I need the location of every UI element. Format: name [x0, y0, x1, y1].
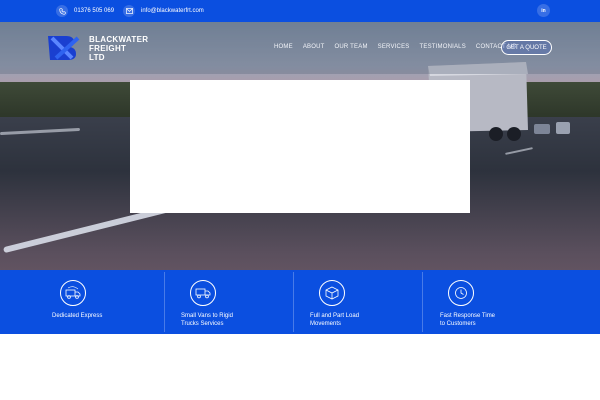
top-bar: 01376 505 069 info@blackwaterfrt.com in — [0, 0, 600, 22]
feature-item: Full and Part Load Movements — [310, 270, 420, 334]
blackwater-logo-icon — [48, 36, 80, 60]
express-delivery-icon — [60, 280, 86, 306]
feature-item: Dedicated Express — [52, 270, 162, 334]
hero-section: BLACKWATER FREIGHT LTD HOME ABOUT OUR TE… — [0, 22, 600, 270]
email-contact[interactable]: info@blackwaterfrt.com — [123, 4, 204, 18]
nav-item-home[interactable]: HOME — [274, 44, 293, 50]
logo-line-1: BLACKWATER — [89, 34, 149, 44]
feature-label: Fast Response Time to Customers — [440, 313, 496, 327]
feature-item: Small Vans to Rigid Trucks Services — [181, 270, 291, 334]
response-time-icon — [448, 280, 474, 306]
phone-number[interactable]: 01376 505 069 — [74, 8, 114, 14]
logo-line-2: FREIGHT — [89, 43, 127, 53]
brand-name: BLACKWATER FREIGHT LTD — [89, 35, 159, 62]
get-a-quote-button[interactable]: GET A QUOTE — [501, 40, 552, 55]
email-icon — [123, 5, 135, 17]
feature-label: Small Vans to Rigid Trucks Services — [181, 313, 233, 327]
phone-contact[interactable]: 01376 505 069 — [56, 4, 114, 18]
nav-item-services[interactable]: SERVICES — [378, 44, 410, 50]
linkedin-icon[interactable]: in — [537, 4, 550, 17]
distant-vehicle — [556, 122, 570, 134]
divider — [293, 272, 294, 332]
divider — [422, 272, 423, 332]
phone-icon — [56, 5, 68, 17]
package-icon — [319, 280, 345, 306]
divider — [164, 272, 165, 332]
hero-video-frame[interactable] — [130, 80, 470, 213]
features-band: Dedicated Express Small Vans to Rigid Tr… — [0, 270, 600, 334]
nav-item-our-team[interactable]: OUR TEAM — [334, 44, 367, 50]
feature-item: Fast Response Time to Customers — [440, 270, 550, 334]
logo-line-3: LTD — [89, 52, 105, 62]
page-body — [0, 334, 600, 400]
main-nav: HOME ABOUT OUR TEAM SERVICES TESTIMONIAL… — [274, 44, 526, 50]
nav-item-about[interactable]: ABOUT — [303, 44, 325, 50]
feature-label: Full and Part Load Movements — [310, 313, 360, 327]
nav-item-testimonials[interactable]: TESTIMONIALS — [420, 44, 466, 50]
distant-vehicle — [534, 124, 550, 134]
truck-icon — [190, 280, 216, 306]
email-address[interactable]: info@blackwaterfrt.com — [141, 8, 204, 14]
feature-label: Dedicated Express — [52, 313, 103, 319]
brand-logo[interactable]: BLACKWATER FREIGHT LTD — [46, 32, 159, 64]
